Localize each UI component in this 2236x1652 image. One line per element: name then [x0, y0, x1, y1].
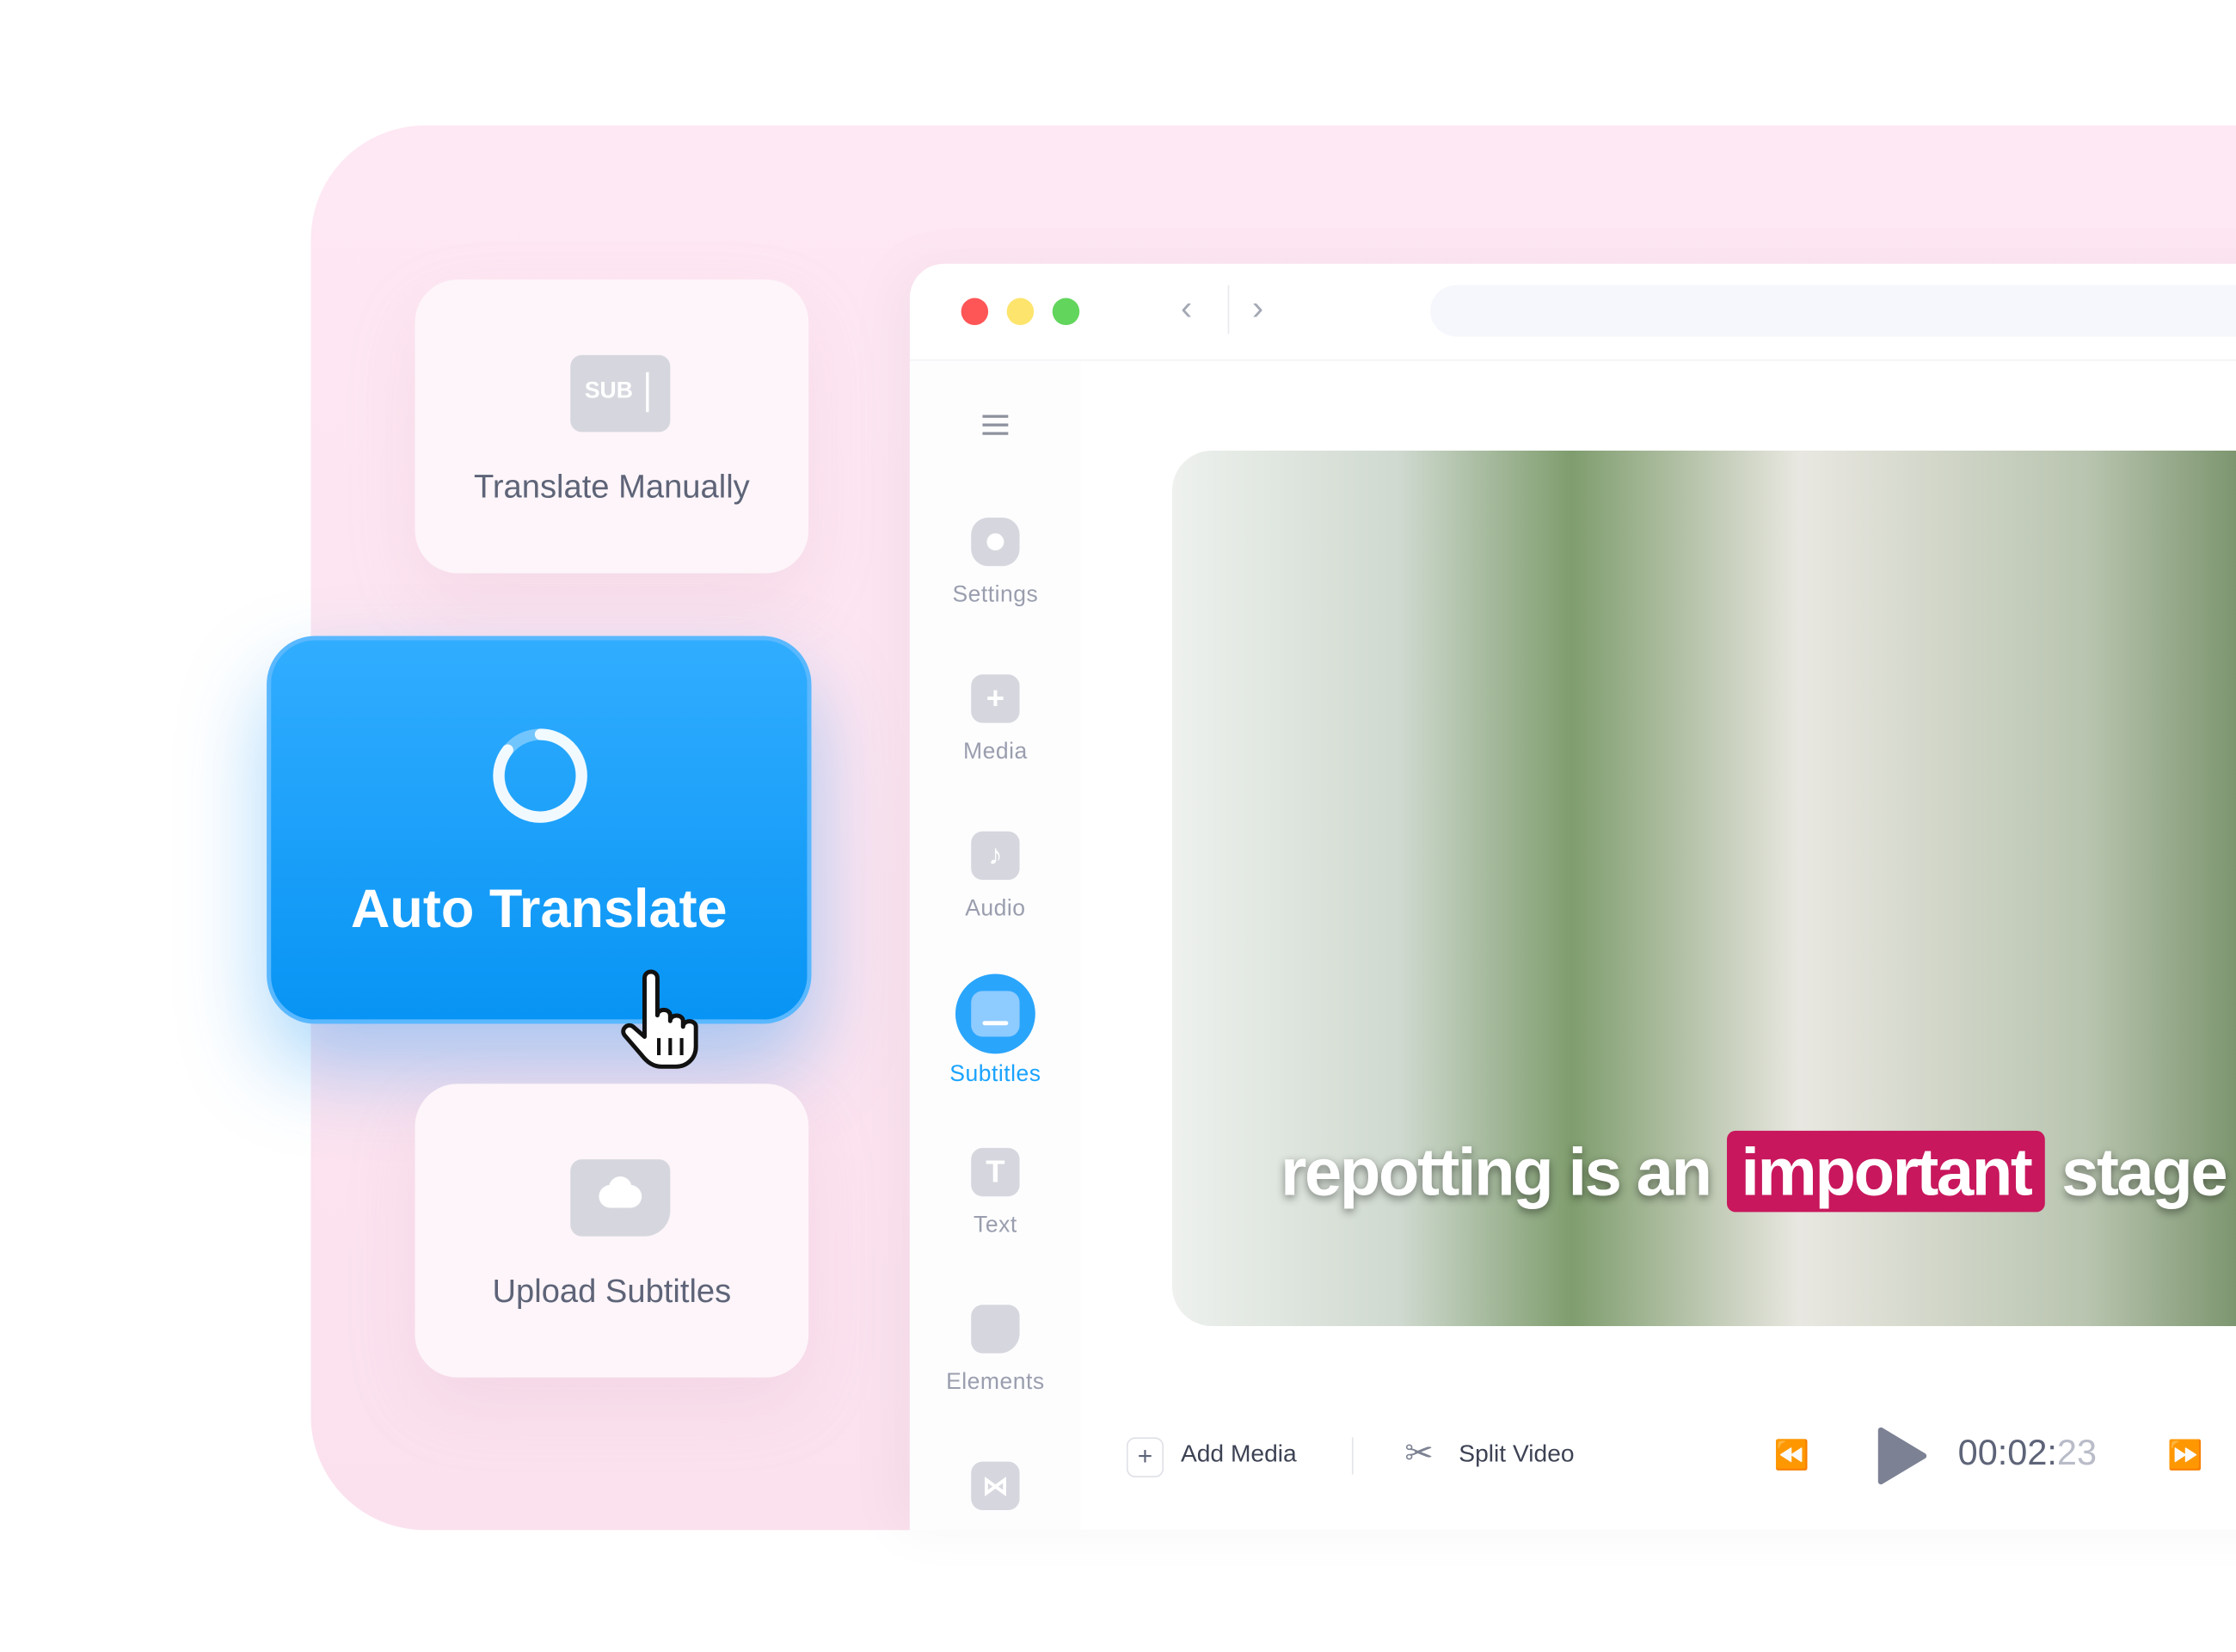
sidebar-item-subtitles[interactable]: Subtitles	[910, 973, 1081, 1089]
fast-forward-icon[interactable]: ⏩	[2167, 1437, 2202, 1472]
cloud-upload-icon	[570, 1159, 671, 1237]
play-button[interactable]	[1877, 1426, 1928, 1486]
sidebar-item-media[interactable]: + Media	[910, 674, 1081, 765]
sidebar-item-label: Text	[974, 1213, 1017, 1238]
close-window-button[interactable]	[961, 298, 989, 326]
back-arrow-icon[interactable]: ‹	[1181, 290, 1192, 329]
auto-translate-label: Auto Translate	[350, 880, 728, 940]
sidebar-item-audio[interactable]: ♪ Audio	[910, 831, 1081, 923]
header-divider	[909, 359, 2236, 361]
sidebar-item-label: Audio	[965, 896, 1026, 922]
transition-icon: ⋈	[971, 1461, 1020, 1510]
subtitle-highlight-word: important	[1726, 1130, 2045, 1213]
subtitles-icon	[955, 973, 1035, 1054]
sidebar-item-label: Media	[963, 740, 1028, 765]
rewind-icon[interactable]: ⏪	[1774, 1437, 1809, 1472]
timecode: 00:02:23	[1958, 1433, 2097, 1474]
video-preview[interactable]: repotting is an important stage	[1172, 450, 2236, 1327]
sidebar-item-label: Elements	[946, 1370, 1045, 1395]
sidebar-item-label: Settings	[952, 583, 1039, 608]
gear-icon	[971, 517, 1020, 567]
auto-translate-card[interactable]: Auto Translate	[267, 636, 812, 1024]
upload-subtitles-label: Upload Subtitles	[492, 1272, 732, 1310]
subtitle-overlay: repotting is an important stage	[1281, 1130, 2228, 1213]
sidebar-item-settings[interactable]: Settings	[910, 517, 1081, 609]
subtitle-text: stage	[2061, 1133, 2228, 1210]
translate-manually-label: Translate Manually	[473, 467, 750, 505]
plus-icon: +	[971, 674, 1020, 723]
subtitle-text: repotting is an	[1281, 1133, 1712, 1210]
timecode-main: 00:02:	[1957, 1433, 2057, 1473]
sidebar-item-elements[interactable]: Elements	[910, 1305, 1081, 1396]
sticker-icon	[971, 1305, 1020, 1354]
loading-spinner-icon	[493, 728, 588, 823]
forward-arrow-icon[interactable]: ›	[1252, 290, 1263, 329]
hamburger-menu-icon[interactable]	[982, 415, 1009, 435]
sidebar-item-text[interactable]: T Text	[910, 1147, 1081, 1239]
minimize-window-button[interactable]	[1006, 298, 1035, 326]
text-icon: T	[971, 1147, 1020, 1197]
hand-cursor-icon	[621, 969, 698, 1069]
subtitle-edit-icon: SUB	[570, 354, 671, 433]
music-note-icon: ♪	[971, 831, 1020, 881]
split-video-button[interactable]: Split Video	[1459, 1440, 1574, 1469]
add-media-button[interactable]: Add Media	[1181, 1440, 1297, 1469]
address-bar[interactable]	[1430, 285, 2236, 337]
sidebar: Settings + Media ♪ Audio Subtitles T Tex…	[909, 360, 1081, 1531]
sidebar-item-label: Subtitles	[949, 1062, 1041, 1087]
nav-divider	[1227, 285, 1230, 335]
timecode-frames: 23	[2056, 1433, 2098, 1473]
sidebar-item-transitions[interactable]: ⋈	[910, 1461, 1081, 1510]
translate-manually-card[interactable]: SUB Translate Manually	[415, 279, 809, 574]
toolbar-divider	[1351, 1437, 1354, 1475]
scissors-icon[interactable]: ✂	[1404, 1433, 1433, 1474]
maximize-window-button[interactable]	[1052, 298, 1080, 326]
upload-subtitles-card[interactable]: Upload Subtitles	[415, 1084, 809, 1378]
add-media-icon[interactable]: +	[1126, 1437, 1164, 1477]
